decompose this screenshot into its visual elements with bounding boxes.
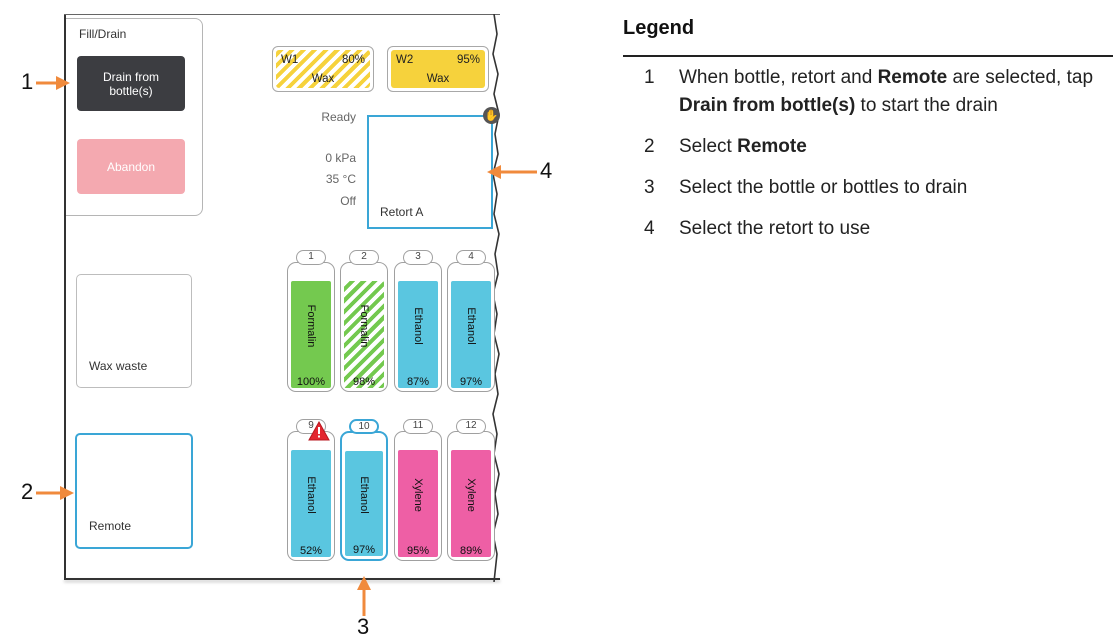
drain-from-bottles-button[interactable]: Drain from bottle(s) — [77, 56, 185, 111]
callout-3: 3 — [357, 614, 370, 639]
bottle-number: 3 — [403, 250, 433, 265]
callout-arrow-3 — [357, 576, 371, 616]
wax-bath-w2[interactable]: W2 95% Wax — [387, 46, 489, 92]
wax-waste-label: Wax waste — [89, 359, 148, 373]
callout-arrow-4 — [487, 165, 537, 179]
wax-waste-target[interactable]: Wax waste — [76, 274, 192, 388]
retort-state: Ready — [321, 110, 356, 124]
retort-temperature: 35 °C — [325, 172, 356, 186]
legend-item-4: 4 Select the retort to use — [644, 218, 871, 239]
remote-label: Remote — [89, 519, 132, 533]
retort-a[interactable]: Retort A — [367, 115, 493, 229]
wax-bath-w1[interactable]: W1 80% Wax — [272, 46, 374, 92]
drain-button-label: Drain from bottle(s) — [102, 69, 159, 98]
bottle-number: 10 — [349, 419, 379, 434]
bottle-number: 11 — [403, 419, 433, 434]
legend-divider — [623, 55, 1113, 57]
remote-target[interactable]: Remote — [75, 433, 193, 549]
legend-list: 1 When bottle, retort and Remote are sel… — [644, 64, 1104, 256]
callout-1: 1 — [21, 69, 34, 94]
bottle-number: 4 — [456, 250, 486, 265]
callout-arrow-2 — [36, 486, 74, 500]
legend-item-2: 2 Select Remote — [644, 136, 807, 157]
bottle-number: 12 — [456, 419, 486, 434]
screen-edge — [64, 14, 500, 15]
retort-label: Retort A — [380, 205, 424, 219]
retort-pressure: 0 kPa — [325, 151, 356, 165]
warning-icon — [308, 421, 330, 441]
screen-edge — [64, 578, 500, 580]
bottle-number: 1 — [296, 250, 326, 265]
retort-status: Ready 0 kPa 35 °C Off — [290, 108, 356, 228]
legend-item-3: 3 Select the bottle or bottles to drain — [644, 177, 968, 198]
fill-drain-title: Fill/Drain — [79, 27, 127, 41]
abandon-button[interactable]: Abandon — [77, 139, 185, 194]
callout-2: 2 — [21, 479, 34, 504]
bottle-number: 2 — [349, 250, 379, 265]
legend-title: Legend — [623, 17, 695, 39]
wax-fill: W2 95% Wax — [391, 50, 485, 88]
hand-icon: ✋ — [483, 107, 500, 124]
callout-arrow-1 — [36, 76, 70, 90]
legend-item-1: 1 When bottle, retort and Remote are sel… — [644, 67, 1094, 116]
retort-stirrer: Off — [340, 194, 356, 208]
callout-4: 4 — [540, 158, 553, 183]
wax-fill: W1 80% Wax — [276, 50, 370, 88]
